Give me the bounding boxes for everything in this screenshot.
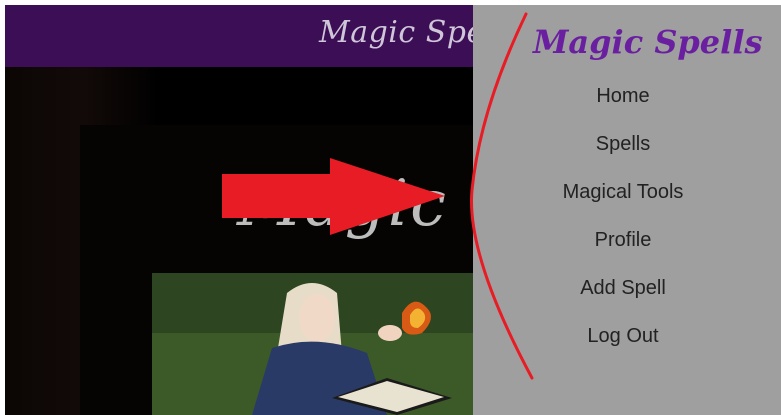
sidebar-item-spells[interactable]: Spells [473, 133, 773, 156]
sidebar-item-log-out[interactable]: Log Out [473, 325, 773, 348]
sidebar-item-home[interactable]: Home [473, 85, 773, 108]
sidebar-title: Magic Spells [533, 23, 763, 61]
sidebar-item-magical-tools[interactable]: Magical Tools [473, 181, 773, 204]
hero-photo [152, 273, 482, 415]
witch-photo-illustration [152, 273, 482, 415]
sidebar-item-profile[interactable]: Profile [473, 229, 773, 252]
sidebar-item-add-spell[interactable]: Add Spell [473, 277, 773, 300]
nav-sidebar: Magic Spells Home Spells Magical Tools P… [473, 5, 781, 415]
